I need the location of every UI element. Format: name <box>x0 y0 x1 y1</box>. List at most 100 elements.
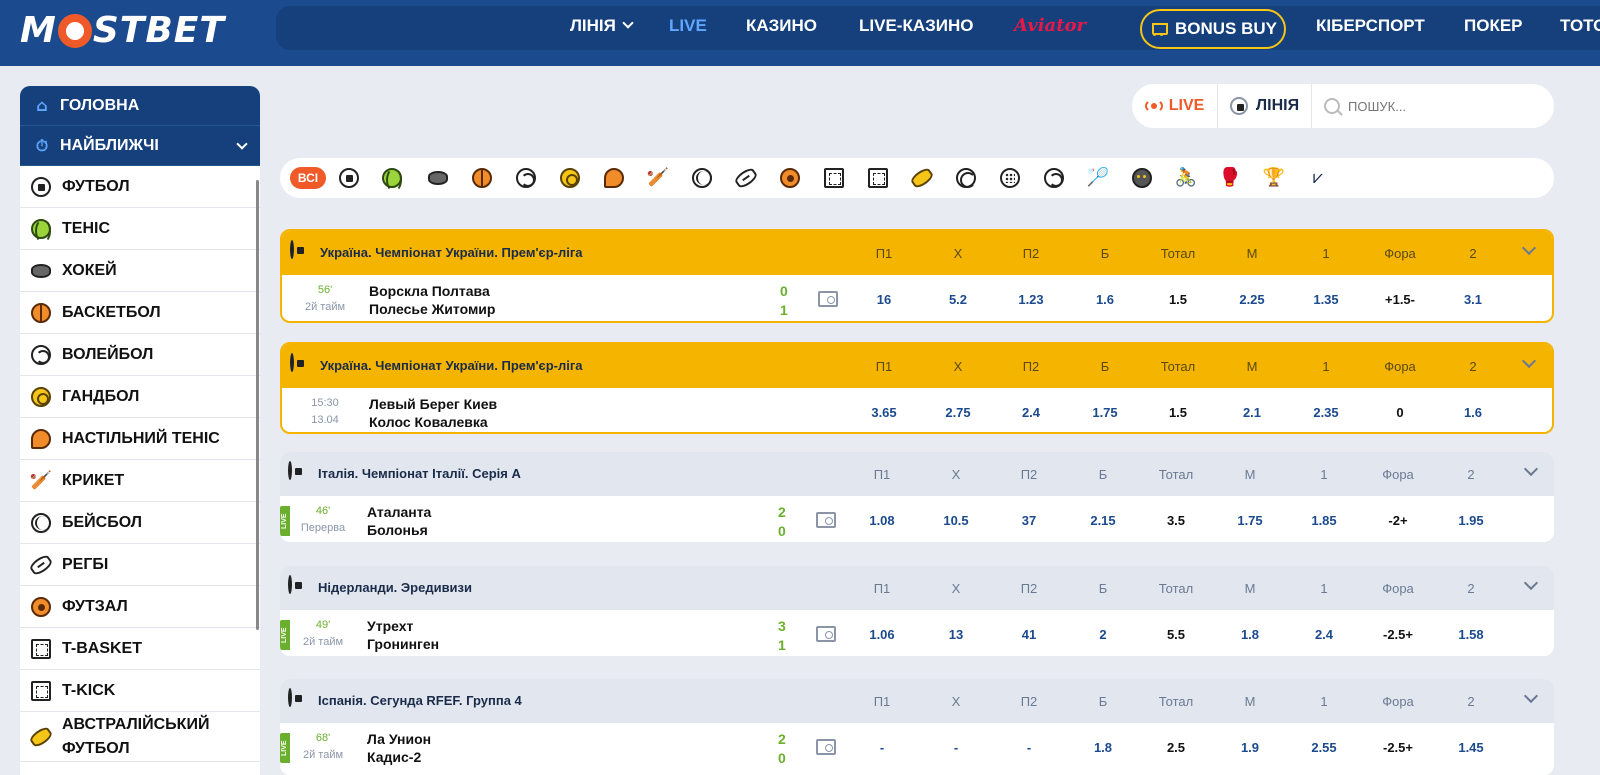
sidebar-item-handball[interactable]: ГАНДБОЛ <box>20 376 260 418</box>
odds-cell[interactable]: 1.85 <box>1294 513 1354 528</box>
sidebar-item-upcoming[interactable]: ⏱ НАЙБЛИЖЧІ <box>20 126 260 166</box>
cricket-icon[interactable]: 🏏 <box>647 167 669 189</box>
odds-cell[interactable]: 1.8 <box>1220 627 1280 642</box>
pitch-icon[interactable] <box>816 739 836 755</box>
soccer-ball-alt-icon[interactable] <box>1043 167 1065 189</box>
pitch-icon[interactable] <box>816 626 836 642</box>
sidebar-item-t-basket[interactable]: T-BASKET <box>20 628 260 670</box>
line-filter-button[interactable]: ЛІНІЯ <box>1218 84 1312 128</box>
nav-live-casino[interactable]: LIVE-КАЗИНО <box>859 16 973 36</box>
odds-cell[interactable]: 2.15 <box>1073 513 1133 528</box>
hockey-puck-icon[interactable] <box>427 167 449 189</box>
league-header[interactable]: Італія. Чемпіонат Італії. Серія А П1 Х П2 Б Т… <box>280 452 1554 496</box>
home-team[interactable]: Ла Унион <box>367 731 431 747</box>
sidebar-item-football[interactable]: ФУТБОЛ <box>20 166 260 208</box>
cycling-icon[interactable]: 🚴 <box>1175 167 1197 189</box>
sidebar-item-tennis[interactable]: ТЕНІС <box>20 208 260 250</box>
odds-cell[interactable]: 13 <box>926 627 986 642</box>
chevron-down-icon[interactable] <box>1523 575 1539 591</box>
odds-cell[interactable]: 1.8 <box>1073 740 1133 755</box>
odds-cell[interactable]: - <box>926 740 986 755</box>
sidebar-item-volleyball[interactable]: ВОЛЕЙБОЛ <box>20 334 260 376</box>
match-row[interactable]: 56' 2й тайм Ворскла Полтава Полесье Житомир… <box>282 275 1552 321</box>
t-basket-icon[interactable] <box>823 167 845 189</box>
away-team[interactable]: Гронинген <box>367 636 439 652</box>
away-team[interactable]: Кадис-2 <box>367 749 421 765</box>
tennis-ball-icon[interactable] <box>381 167 403 192</box>
odds-cell[interactable]: 3.5 <box>1146 513 1206 528</box>
sidebar-item-home[interactable]: ⌂ ГОЛОВНА <box>20 86 260 126</box>
sidebar-item-table-tennis[interactable]: НАСТІЛЬНИЙ ТЕНІС <box>20 418 260 460</box>
sidebar-item-rugby[interactable]: РЕГБІ <box>20 544 260 586</box>
golf-ball-icon[interactable] <box>999 167 1021 189</box>
nav-casino[interactable]: КАЗИНО <box>746 16 817 36</box>
nav-poker[interactable]: ПОКЕР <box>1464 16 1523 36</box>
valorant-icon[interactable]: ⩗ <box>1307 167 1329 189</box>
handball-icon[interactable] <box>559 167 581 189</box>
match-row[interactable]: LIVE 49' 2й тайм Утрехт Гронинген 3 1 1.06 13 41 2… <box>280 610 1554 656</box>
futsal-ball-icon[interactable] <box>779 167 801 189</box>
league-header[interactable]: Україна. Чемпіонат України. Прем'єр-ліга… <box>282 231 1552 275</box>
sidebar-item-t-kick[interactable]: T-KICK <box>20 670 260 712</box>
away-team[interactable]: Полесье Житомир <box>369 301 495 317</box>
soccer-ball-icon[interactable] <box>338 167 360 189</box>
odds-cell[interactable]: 1.58 <box>1441 627 1501 642</box>
league-header[interactable]: Іспанія. Сегунда RFEF. Группа 4 П1 Х П2 Б Тот… <box>280 679 1554 723</box>
odds-cell[interactable]: 2.4 <box>1294 627 1354 642</box>
odds-cell[interactable]: 41 <box>999 627 1059 642</box>
australian-football-icon[interactable] <box>908 165 936 191</box>
odds-cell[interactable]: -2.5+ <box>1368 627 1428 642</box>
rugby-ball-icon[interactable] <box>732 165 760 191</box>
nav-aviator[interactable]: Aviator <box>1014 15 1086 36</box>
chevron-down-icon[interactable] <box>1521 353 1537 369</box>
match-row[interactable]: LIVE 68' 2й тайм Ла Унион Кадис-2 2 0- - -1.8 2.5… <box>280 723 1554 773</box>
odds-cell[interactable]: 2.75 <box>928 405 988 420</box>
league-header[interactable]: Нідерланди. Эредивизи П1 Х П2 Б Тотал М 1 Фора 2 <box>280 566 1554 610</box>
sidebar-item-cricket[interactable]: 🏏 КРИКЕТ <box>20 460 260 502</box>
sidebar-item-baseball[interactable]: БЕЙСБОЛ <box>20 502 260 544</box>
odds-cell[interactable]: 2.1 <box>1222 405 1282 420</box>
odds-cell[interactable]: 1.75 <box>1075 405 1135 420</box>
odds-cell[interactable]: 1.75 <box>1220 513 1280 528</box>
odds-cell[interactable]: 2.5 <box>1146 740 1206 755</box>
sidebar-item-hockey[interactable]: ХОКЕЙ <box>20 250 260 292</box>
match-row[interactable]: 15:30 13.04 Левый Берег Киев Колос Ковалевк… <box>282 388 1552 432</box>
t-kick-icon[interactable] <box>867 167 889 189</box>
odds-cell[interactable]: 16 <box>854 292 914 307</box>
home-team[interactable]: Утрехт <box>367 618 413 634</box>
league-header[interactable]: Україна. Чемпіонат України. Прем'єр-ліга… <box>282 344 1552 388</box>
odds-cell[interactable]: - <box>999 740 1059 755</box>
volleyball-icon[interactable] <box>515 167 537 189</box>
boxing-icon[interactable]: 🥊 <box>1219 167 1241 189</box>
odds-cell[interactable]: 0 <box>1370 405 1430 420</box>
odds-cell[interactable]: +1.5- <box>1370 292 1430 307</box>
all-sports-button[interactable]: ВСІ <box>290 167 326 189</box>
home-team[interactable]: Левый Берег Киев <box>369 396 497 412</box>
badminton-icon[interactable]: 🏸 <box>1087 167 1109 189</box>
odds-cell[interactable]: 1.9 <box>1220 740 1280 755</box>
odds-cell[interactable]: 5.5 <box>1146 627 1206 642</box>
match-row[interactable]: LIVE 46' Перерва Аталанта Болонья 2 0 1.08 10.5 3… <box>280 496 1554 542</box>
trophy-icon[interactable]: 🏆 <box>1263 167 1285 189</box>
mostbet-logo[interactable]: M STBET <box>20 8 225 52</box>
billiards-icon[interactable] <box>1131 167 1153 189</box>
odds-cell[interactable]: 2.25 <box>1222 292 1282 307</box>
live-filter-button[interactable]: LIVE <box>1132 84 1218 128</box>
basketball-icon[interactable] <box>471 167 493 189</box>
odds-cell[interactable]: 5.2 <box>928 292 988 307</box>
odds-cell[interactable]: 1.06 <box>852 627 912 642</box>
sidebar-scrollbar[interactable] <box>256 180 259 630</box>
odds-cell[interactable]: 1.5 <box>1148 292 1208 307</box>
home-team[interactable]: Ворскла Полтава <box>369 283 490 299</box>
odds-cell[interactable]: 2 <box>1073 627 1133 642</box>
away-team[interactable]: Болонья <box>367 522 428 538</box>
odds-cell[interactable]: 3.1 <box>1443 292 1503 307</box>
odds-cell[interactable]: 1.35 <box>1296 292 1356 307</box>
odds-cell[interactable]: -2.5+ <box>1368 740 1428 755</box>
nav-line[interactable]: ЛІНІЯ <box>570 16 634 36</box>
odds-cell[interactable]: 1.23 <box>1001 292 1061 307</box>
pitch-icon[interactable] <box>816 512 836 528</box>
odds-cell[interactable]: 2.4 <box>1001 405 1061 420</box>
nav-esports[interactable]: КІБЕРСПОРТ <box>1316 16 1425 36</box>
odds-cell[interactable]: - <box>852 740 912 755</box>
